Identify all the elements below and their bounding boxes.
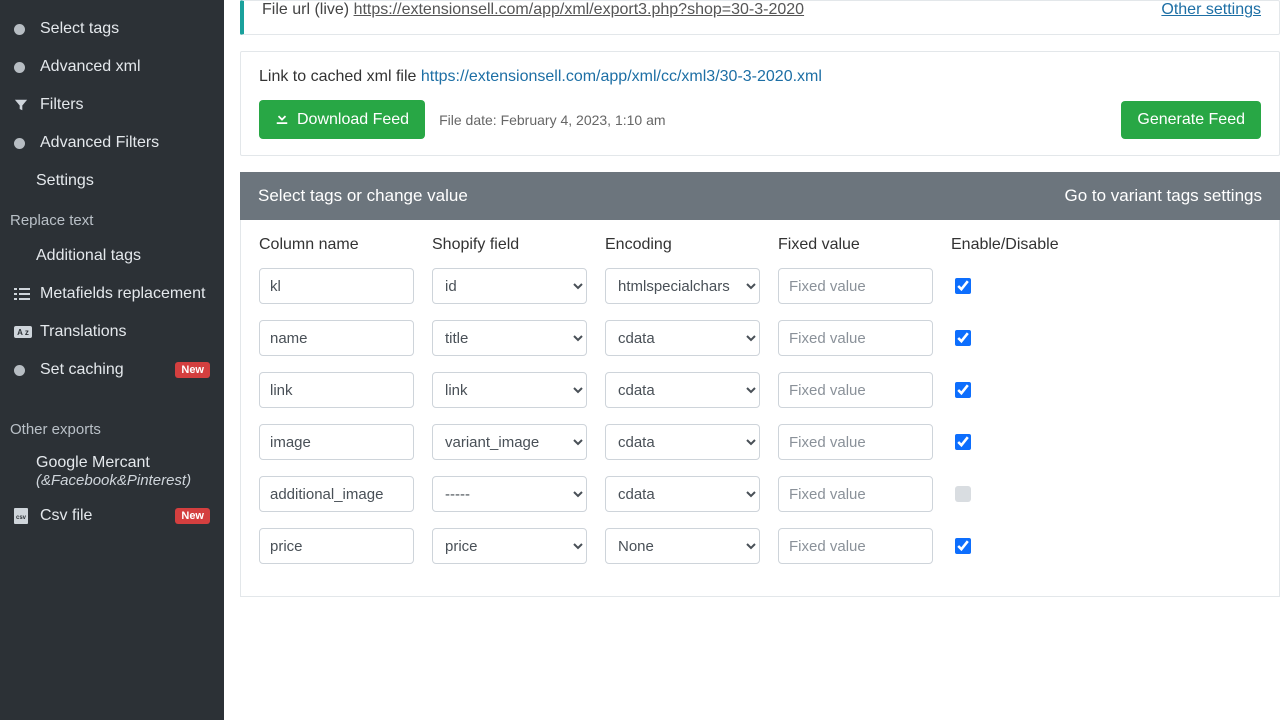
sidebar-item-label: Set caching bbox=[40, 361, 124, 379]
az-icon: A z bbox=[14, 326, 40, 338]
circle-icon bbox=[14, 24, 40, 35]
enable-checkbox[interactable] bbox=[955, 538, 971, 554]
shopify-field-select[interactable]: price bbox=[432, 528, 587, 564]
column-name-input[interactable] bbox=[259, 528, 414, 564]
fixed-value-input[interactable] bbox=[778, 320, 933, 356]
svg-text:csv: csv bbox=[16, 515, 27, 521]
tags-panel-header: Select tags or change value Go to varian… bbox=[240, 172, 1280, 220]
sidebar-item-label: Settings bbox=[36, 172, 94, 190]
enable-checkbox[interactable] bbox=[955, 434, 971, 450]
new-badge: New bbox=[175, 362, 210, 378]
circle-icon bbox=[14, 365, 40, 376]
fixed-value-input[interactable] bbox=[778, 424, 933, 460]
column-name-input[interactable] bbox=[259, 372, 414, 408]
fixed-value-input[interactable] bbox=[778, 372, 933, 408]
live-url-link[interactable]: https://extensionsell.com/app/xml/export… bbox=[354, 1, 805, 18]
encoding-select[interactable]: None bbox=[605, 528, 760, 564]
download-feed-button[interactable]: Download Feed bbox=[259, 100, 425, 139]
sidebar-item-select-tags[interactable]: Select tags bbox=[0, 10, 224, 48]
sidebar-item-advanced-filters[interactable]: Advanced Filters bbox=[0, 124, 224, 162]
enable-checkbox[interactable] bbox=[955, 382, 971, 398]
circle-icon bbox=[14, 62, 40, 73]
sidebar-item-advanced-xml[interactable]: Advanced xml bbox=[0, 48, 224, 86]
svg-text:A z: A z bbox=[17, 328, 29, 337]
table-row: link cdata bbox=[259, 372, 1261, 408]
sidebar-item-csv-file[interactable]: csv Csv file New bbox=[0, 497, 224, 535]
cached-xml-card: Link to cached xml file https://extensio… bbox=[240, 51, 1280, 156]
fixed-value-input[interactable] bbox=[778, 476, 933, 512]
shopify-field-select[interactable]: ----- bbox=[432, 476, 587, 512]
cached-label: Link to cached xml file bbox=[259, 68, 421, 85]
sidebar-item-label: Advanced Filters bbox=[40, 134, 159, 152]
circle-icon bbox=[14, 138, 40, 149]
list-icon bbox=[14, 287, 40, 301]
enable-checkbox[interactable] bbox=[955, 278, 971, 294]
csv-icon: csv bbox=[14, 508, 40, 524]
sidebar-section-replace: Replace text bbox=[0, 200, 224, 237]
th-shopify-field: Shopify field bbox=[432, 236, 587, 254]
table-row: price None bbox=[259, 528, 1261, 564]
new-badge: New bbox=[175, 508, 210, 524]
tags-panel-body: Column name Shopify field Encoding Fixed… bbox=[240, 220, 1280, 597]
enable-checkbox[interactable] bbox=[955, 486, 971, 502]
sidebar-item-google-merchant[interactable]: Google Mercant (&Facebook&Pinterest) bbox=[0, 446, 224, 497]
sidebar-item-filters[interactable]: Filters bbox=[0, 86, 224, 124]
encoding-select[interactable]: cdata bbox=[605, 476, 760, 512]
encoding-select[interactable]: htmlspecialchars bbox=[605, 268, 760, 304]
sidebar-item-label: Advanced xml bbox=[40, 58, 141, 76]
shopify-field-select[interactable]: title bbox=[432, 320, 587, 356]
encoding-select[interactable]: cdata bbox=[605, 320, 760, 356]
other-settings-link[interactable]: Other settings bbox=[1161, 1, 1261, 19]
sidebar-item-set-caching[interactable]: Set caching New bbox=[0, 351, 224, 389]
sidebar-item-settings[interactable]: Settings bbox=[0, 162, 224, 200]
sidebar-item-label: Filters bbox=[40, 96, 84, 114]
sidebar-item-label: Google Mercant bbox=[36, 454, 210, 472]
shopify-field-select[interactable]: link bbox=[432, 372, 587, 408]
shopify-field-select[interactable]: id bbox=[432, 268, 587, 304]
download-icon bbox=[275, 110, 289, 129]
column-name-input[interactable] bbox=[259, 320, 414, 356]
sidebar-item-metafields[interactable]: Metafields replacement bbox=[0, 275, 224, 313]
table-row: id htmlspecialchars bbox=[259, 268, 1261, 304]
sidebar-section-other: Other exports bbox=[0, 409, 224, 446]
sidebar-item-label: Csv file bbox=[40, 507, 92, 525]
column-name-input[interactable] bbox=[259, 476, 414, 512]
column-name-input[interactable] bbox=[259, 424, 414, 460]
encoding-select[interactable]: cdata bbox=[605, 424, 760, 460]
sidebar-item-label: Additional tags bbox=[36, 247, 141, 265]
table-row: variant_image cdata bbox=[259, 424, 1261, 460]
go-variant-settings-link[interactable]: Go to variant tags settings bbox=[1065, 186, 1263, 206]
generate-feed-button[interactable]: Generate Feed bbox=[1121, 101, 1261, 139]
table-row: ----- cdata bbox=[259, 476, 1261, 512]
fixed-value-input[interactable] bbox=[778, 268, 933, 304]
fixed-value-input[interactable] bbox=[778, 528, 933, 564]
sidebar-item-additional-tags[interactable]: Additional tags bbox=[0, 237, 224, 275]
cached-url-link[interactable]: https://extensionsell.com/app/xml/cc/xml… bbox=[421, 68, 822, 85]
table-header: Column name Shopify field Encoding Fixed… bbox=[259, 236, 1261, 254]
filter-icon bbox=[14, 98, 40, 112]
sidebar-item-sub: (&Facebook&Pinterest) bbox=[36, 472, 210, 489]
th-fixed-value: Fixed value bbox=[778, 236, 933, 254]
live-url-card: File url (live) https://extensionsell.co… bbox=[240, 0, 1280, 35]
sidebar-item-label: Metafields replacement bbox=[40, 285, 205, 303]
live-url-label: File url (live) bbox=[262, 1, 354, 18]
sidebar-item-label: Select tags bbox=[40, 20, 119, 38]
encoding-select[interactable]: cdata bbox=[605, 372, 760, 408]
enable-checkbox[interactable] bbox=[955, 330, 971, 346]
download-feed-label: Download Feed bbox=[297, 111, 409, 129]
th-column-name: Column name bbox=[259, 236, 414, 254]
sidebar-item-translations[interactable]: A z Translations bbox=[0, 313, 224, 351]
th-enable: Enable/Disable bbox=[951, 236, 1071, 254]
panel-title: Select tags or change value bbox=[258, 186, 468, 206]
file-date: File date: February 4, 2023, 1:10 am bbox=[439, 112, 665, 128]
th-encoding: Encoding bbox=[605, 236, 760, 254]
table-row: title cdata bbox=[259, 320, 1261, 356]
sidebar: Select tags Advanced xml Filters Advance… bbox=[0, 0, 224, 720]
main: File url (live) https://extensionsell.co… bbox=[224, 0, 1280, 720]
sidebar-item-label: Translations bbox=[40, 323, 127, 341]
shopify-field-select[interactable]: variant_image bbox=[432, 424, 587, 460]
column-name-input[interactable] bbox=[259, 268, 414, 304]
